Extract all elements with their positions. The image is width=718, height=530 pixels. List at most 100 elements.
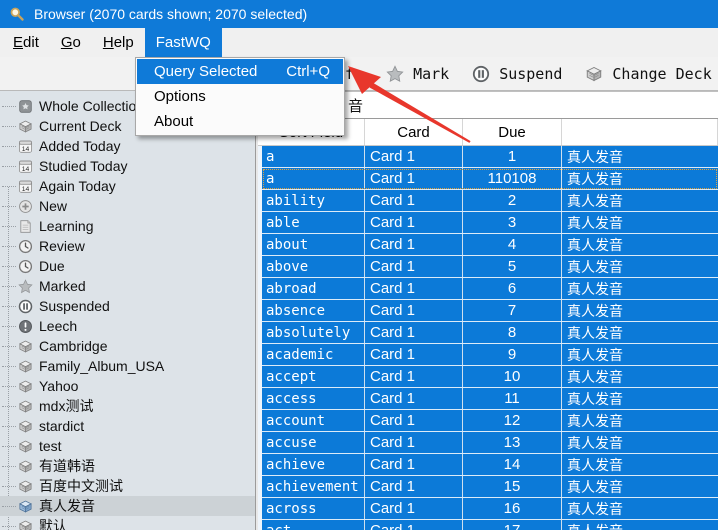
table-row[interactable]: absenceCard 17真人发音 bbox=[262, 300, 718, 322]
sidebar-item-yahoo[interactable]: Yahoo bbox=[0, 376, 255, 396]
cell-due: 3 bbox=[463, 212, 562, 233]
cell-card: Card 1 bbox=[365, 498, 463, 519]
cell-card: Card 1 bbox=[365, 212, 463, 233]
table-row[interactable]: accessCard 111真人发音 bbox=[262, 388, 718, 410]
cell-card: Card 1 bbox=[365, 410, 463, 431]
table-row[interactable]: achievementCard 115真人发音 bbox=[262, 476, 718, 498]
cell-card: Card 1 bbox=[365, 476, 463, 497]
sidebar-item-suspended[interactable]: Suspended bbox=[0, 296, 255, 316]
sidebar-item-review[interactable]: Review bbox=[0, 236, 255, 256]
sidebar-item-mdx测试[interactable]: mdx测试 bbox=[0, 396, 255, 416]
sidebar-item-again-today[interactable]: 14Again Today bbox=[0, 176, 255, 196]
cell-sort-field: absence bbox=[262, 300, 365, 321]
cell-due: 13 bbox=[463, 432, 562, 453]
menu-item-shortcut: Ctrl+Q bbox=[286, 63, 330, 80]
sidebar-item-added-today[interactable]: 14Added Today bbox=[0, 136, 255, 156]
cell-due: 14 bbox=[463, 454, 562, 475]
tree-stub bbox=[2, 346, 16, 347]
cell-card: Card 1 bbox=[365, 168, 463, 189]
menubar-item-fastwq[interactable]: FastWQ bbox=[145, 28, 222, 57]
toolbar-item-change-deck[interactable]: Change Deck bbox=[585, 65, 711, 83]
table-row[interactable]: aboutCard 14真人发音 bbox=[262, 234, 718, 256]
cell-due: 2 bbox=[463, 190, 562, 211]
cell-card: Card 1 bbox=[365, 454, 463, 475]
tree-stub bbox=[2, 526, 16, 527]
table-row[interactable]: accuseCard 113真人发音 bbox=[262, 432, 718, 454]
menu-item-label: Options bbox=[154, 88, 330, 105]
sidebar-item-leech[interactable]: Leech bbox=[0, 316, 255, 336]
title-bar: Browser (2070 cards shown; 2070 selected… bbox=[0, 0, 718, 28]
table-row[interactable]: aCard 1110108真人发音 bbox=[262, 168, 718, 190]
table-row[interactable]: ableCard 13真人发音 bbox=[262, 212, 718, 234]
cell-card: Card 1 bbox=[365, 256, 463, 277]
cell-card: Card 1 bbox=[365, 322, 463, 343]
plus-circle-icon bbox=[18, 199, 33, 214]
toolbar-item-label: Suspend bbox=[499, 65, 562, 83]
cell-sort-field: a bbox=[262, 168, 365, 189]
tree-stub bbox=[2, 326, 16, 327]
table-row[interactable]: aboveCard 15真人发音 bbox=[262, 256, 718, 278]
cell-due: 7 bbox=[463, 300, 562, 321]
deck-icon bbox=[18, 519, 33, 530]
cell-deck: 真人发音 bbox=[562, 212, 718, 233]
table-row[interactable]: academicCard 19真人发音 bbox=[262, 344, 718, 366]
table-row[interactable]: actCard 117真人发音 bbox=[262, 520, 718, 530]
toolbar-item-fo[interactable]: fo bbox=[345, 65, 363, 83]
deck-icon bbox=[18, 379, 33, 394]
cell-deck: 真人发音 bbox=[562, 322, 718, 343]
fastwq-menu: Query SelectedCtrl+Q Options About bbox=[135, 57, 345, 136]
menu-item-about[interactable]: About bbox=[137, 109, 343, 134]
tree-stub bbox=[2, 386, 16, 387]
toolbar-item-suspend[interactable]: Suspend bbox=[472, 65, 562, 83]
cell-deck: 真人发音 bbox=[562, 498, 718, 519]
column-header-item[interactable] bbox=[562, 119, 718, 145]
menu-item-options[interactable]: Options bbox=[137, 84, 343, 109]
table-row[interactable]: achieveCard 114真人发音 bbox=[262, 454, 718, 476]
table-row[interactable]: acrossCard 116真人发音 bbox=[262, 498, 718, 520]
table-row[interactable]: abilityCard 12真人发音 bbox=[262, 190, 718, 212]
menubar-item-help[interactable]: Help bbox=[92, 28, 145, 57]
sidebar-item-due[interactable]: Due bbox=[0, 256, 255, 276]
tree-stub bbox=[2, 306, 16, 307]
cell-due: 12 bbox=[463, 410, 562, 431]
sidebar-item-new[interactable]: New bbox=[0, 196, 255, 216]
cell-sort-field: academic bbox=[262, 344, 365, 365]
toolbar-item-mark[interactable]: Mark bbox=[386, 65, 449, 83]
pause-icon bbox=[472, 65, 490, 83]
sidebar-item-百度中文测试[interactable]: 百度中文测试 bbox=[0, 476, 255, 496]
cell-deck: 真人发音 bbox=[562, 278, 718, 299]
cell-sort-field: account bbox=[262, 410, 365, 431]
cell-deck: 真人发音 bbox=[562, 476, 718, 497]
sidebar-item-family-album-usa[interactable]: Family_Album_USA bbox=[0, 356, 255, 376]
sidebar-item-真人发音[interactable]: 真人发音 bbox=[0, 496, 255, 516]
toolbar-item-label: Change Deck bbox=[612, 65, 711, 83]
sidebar-item-learning[interactable]: Learning bbox=[0, 216, 255, 236]
table-row[interactable]: accountCard 112真人发音 bbox=[262, 410, 718, 432]
table-row[interactable]: abroadCard 16真人发音 bbox=[262, 278, 718, 300]
table-row[interactable]: acceptCard 110真人发音 bbox=[262, 366, 718, 388]
cell-sort-field: accuse bbox=[262, 432, 365, 453]
cell-card: Card 1 bbox=[365, 366, 463, 387]
sidebar-item-label: Due bbox=[39, 258, 65, 274]
tree-stub bbox=[2, 446, 16, 447]
cell-deck: 真人发音 bbox=[562, 366, 718, 387]
toolbar-item-label: fo bbox=[345, 65, 363, 83]
cell-due: 9 bbox=[463, 344, 562, 365]
menu-item-query-selected[interactable]: Query SelectedCtrl+Q bbox=[137, 59, 343, 84]
sidebar-item-有道韩语[interactable]: 有道韩语 bbox=[0, 456, 255, 476]
column-header-card[interactable]: Card bbox=[365, 119, 463, 145]
sidebar-item-marked[interactable]: Marked bbox=[0, 276, 255, 296]
menubar-item-go[interactable]: Go bbox=[50, 28, 92, 57]
table-row[interactable]: absolutelyCard 18真人发音 bbox=[262, 322, 718, 344]
sidebar-item-test[interactable]: test bbox=[0, 436, 255, 456]
column-header-due[interactable]: Due bbox=[463, 119, 562, 145]
table-row[interactable]: aCard 11真人发音 bbox=[262, 146, 718, 168]
window-title: Browser (2070 cards shown; 2070 selected… bbox=[34, 6, 307, 22]
sidebar-item-label: Studied Today bbox=[39, 158, 127, 174]
menubar-item-edit[interactable]: Edit bbox=[2, 28, 50, 57]
sidebar-item-cambridge[interactable]: Cambridge bbox=[0, 336, 255, 356]
sidebar-item-默认[interactable]: 默认 bbox=[0, 516, 255, 530]
sidebar-item-studied-today[interactable]: 14Studied Today bbox=[0, 156, 255, 176]
sidebar-item-stardict[interactable]: stardict bbox=[0, 416, 255, 436]
tree-stub bbox=[2, 226, 16, 227]
